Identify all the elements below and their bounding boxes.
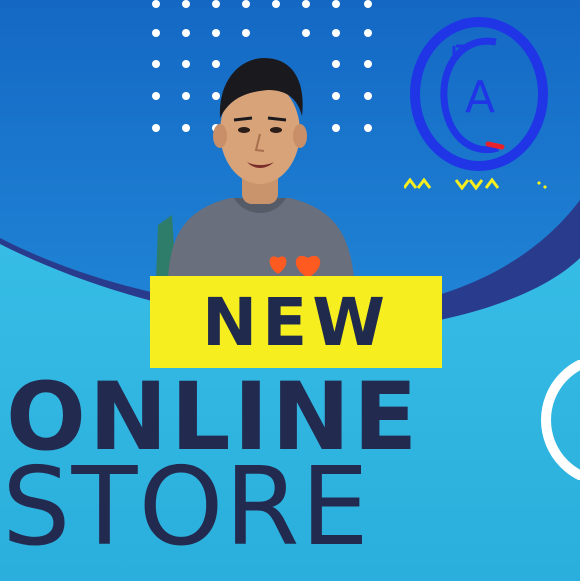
new-banner: NEW bbox=[150, 276, 442, 368]
headline-store: STORE bbox=[2, 445, 370, 570]
ring-decoration bbox=[541, 360, 580, 480]
logo-letter: A bbox=[464, 72, 496, 123]
person-photo bbox=[156, 58, 354, 280]
new-label: NEW bbox=[201, 283, 391, 361]
thumbnail-canvas: NEW ONLINE STORE A bbox=[0, 0, 580, 581]
channel-logo: A bbox=[402, 16, 554, 196]
